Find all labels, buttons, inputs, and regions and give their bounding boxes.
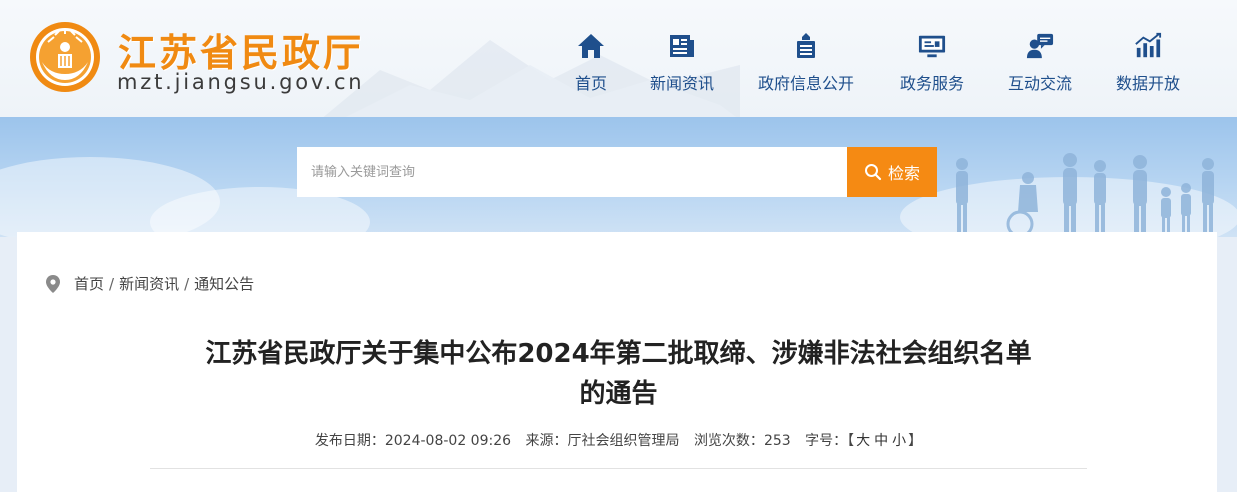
nav-item-gov-service[interactable]: 政务服务 [900,32,964,102]
font-size-medium-button[interactable]: 中 [874,433,888,449]
font-size-bracket-open: 【 [847,433,855,449]
publish-date: 发布日期：2024-08-02 09:26 [315,433,511,449]
search-icon [864,164,882,181]
breadcrumb-notices[interactable]: 通知公告 [194,273,254,294]
meta-divider [150,468,1087,469]
source-label: 来源： [525,433,568,449]
breadcrumb-home[interactable]: 首页 [74,273,104,294]
view-count-label: 浏览次数： [693,433,764,449]
service-screen-icon [918,32,946,60]
ministry-logo-icon [30,22,100,92]
font-size-large-button[interactable]: 大 [856,433,870,449]
chat-user-icon [1026,32,1054,60]
site-header: 江苏省民政厅 mzt.jiangsu.gov.cn 首页 新闻资讯 政府信息公开 [0,0,1237,117]
site-name: 江苏省民政厅 [118,31,365,75]
nav-label: 首页 [575,74,608,93]
publish-date-label: 发布日期： [314,433,385,449]
breadcrumb-separator: / [109,274,115,293]
nav-item-interaction[interactable]: 互动交流 [1008,32,1072,102]
breadcrumb-news[interactable]: 新闻资讯 [119,273,179,294]
search-button-label: 检索 [887,164,920,183]
nav-item-open-data[interactable]: 数据开放 [1116,32,1180,102]
publish-date-value: 2024-08-02 09:26 [384,433,512,449]
view-count-value: 253 [763,433,791,449]
nav-label: 数据开放 [1116,74,1181,93]
nav-item-home[interactable]: 首页 [575,32,607,102]
view-count: 浏览次数：253 [694,433,791,449]
source-value: 厅社会组织管理局 [567,433,680,449]
location-pin-icon [46,274,60,293]
home-icon [577,32,605,60]
article-title-line1: 江苏省民政厅关于集中公布2024年第二批取缔、涉嫌非法社会组织名单 [205,339,1032,369]
font-size-label: 字号： [805,433,848,449]
search-button[interactable]: 检索 [847,147,937,197]
article-title: 江苏省民政厅关于集中公布2024年第二批取缔、涉嫌非法社会组织名单 的通告 [150,334,1087,414]
nav-item-gov-info[interactable]: 政府信息公开 [758,32,854,102]
bar-chart-icon [1134,32,1162,60]
news-icon [668,32,696,60]
search-input[interactable] [297,147,847,197]
nav-item-news[interactable]: 新闻资讯 [650,32,714,102]
nav-label: 政务服务 [900,74,965,93]
breadcrumb-separator: / [184,274,190,293]
source: 来源：厅社会组织管理局 [525,433,679,449]
site-domain: mzt.jiangsu.gov.cn [117,70,365,94]
font-size-controls: 字号：【大中小】 [805,433,922,449]
nav-label: 政府信息公开 [758,74,855,93]
government-building-icon [792,32,820,60]
people-silhouette-icon [956,153,1214,237]
font-size-small-button[interactable]: 小 [892,433,906,449]
nav-label: 新闻资讯 [650,74,715,93]
font-size-bracket-close: 】 [908,433,923,449]
article-meta: 发布日期：2024-08-02 09:26 来源：厅社会组织管理局 浏览次数：2… [150,430,1087,450]
breadcrumb: 首页 / 新闻资讯 / 通知公告 [46,273,254,294]
nav-label: 互动交流 [1008,74,1073,93]
article-title-line2: 的通告 [579,379,658,409]
